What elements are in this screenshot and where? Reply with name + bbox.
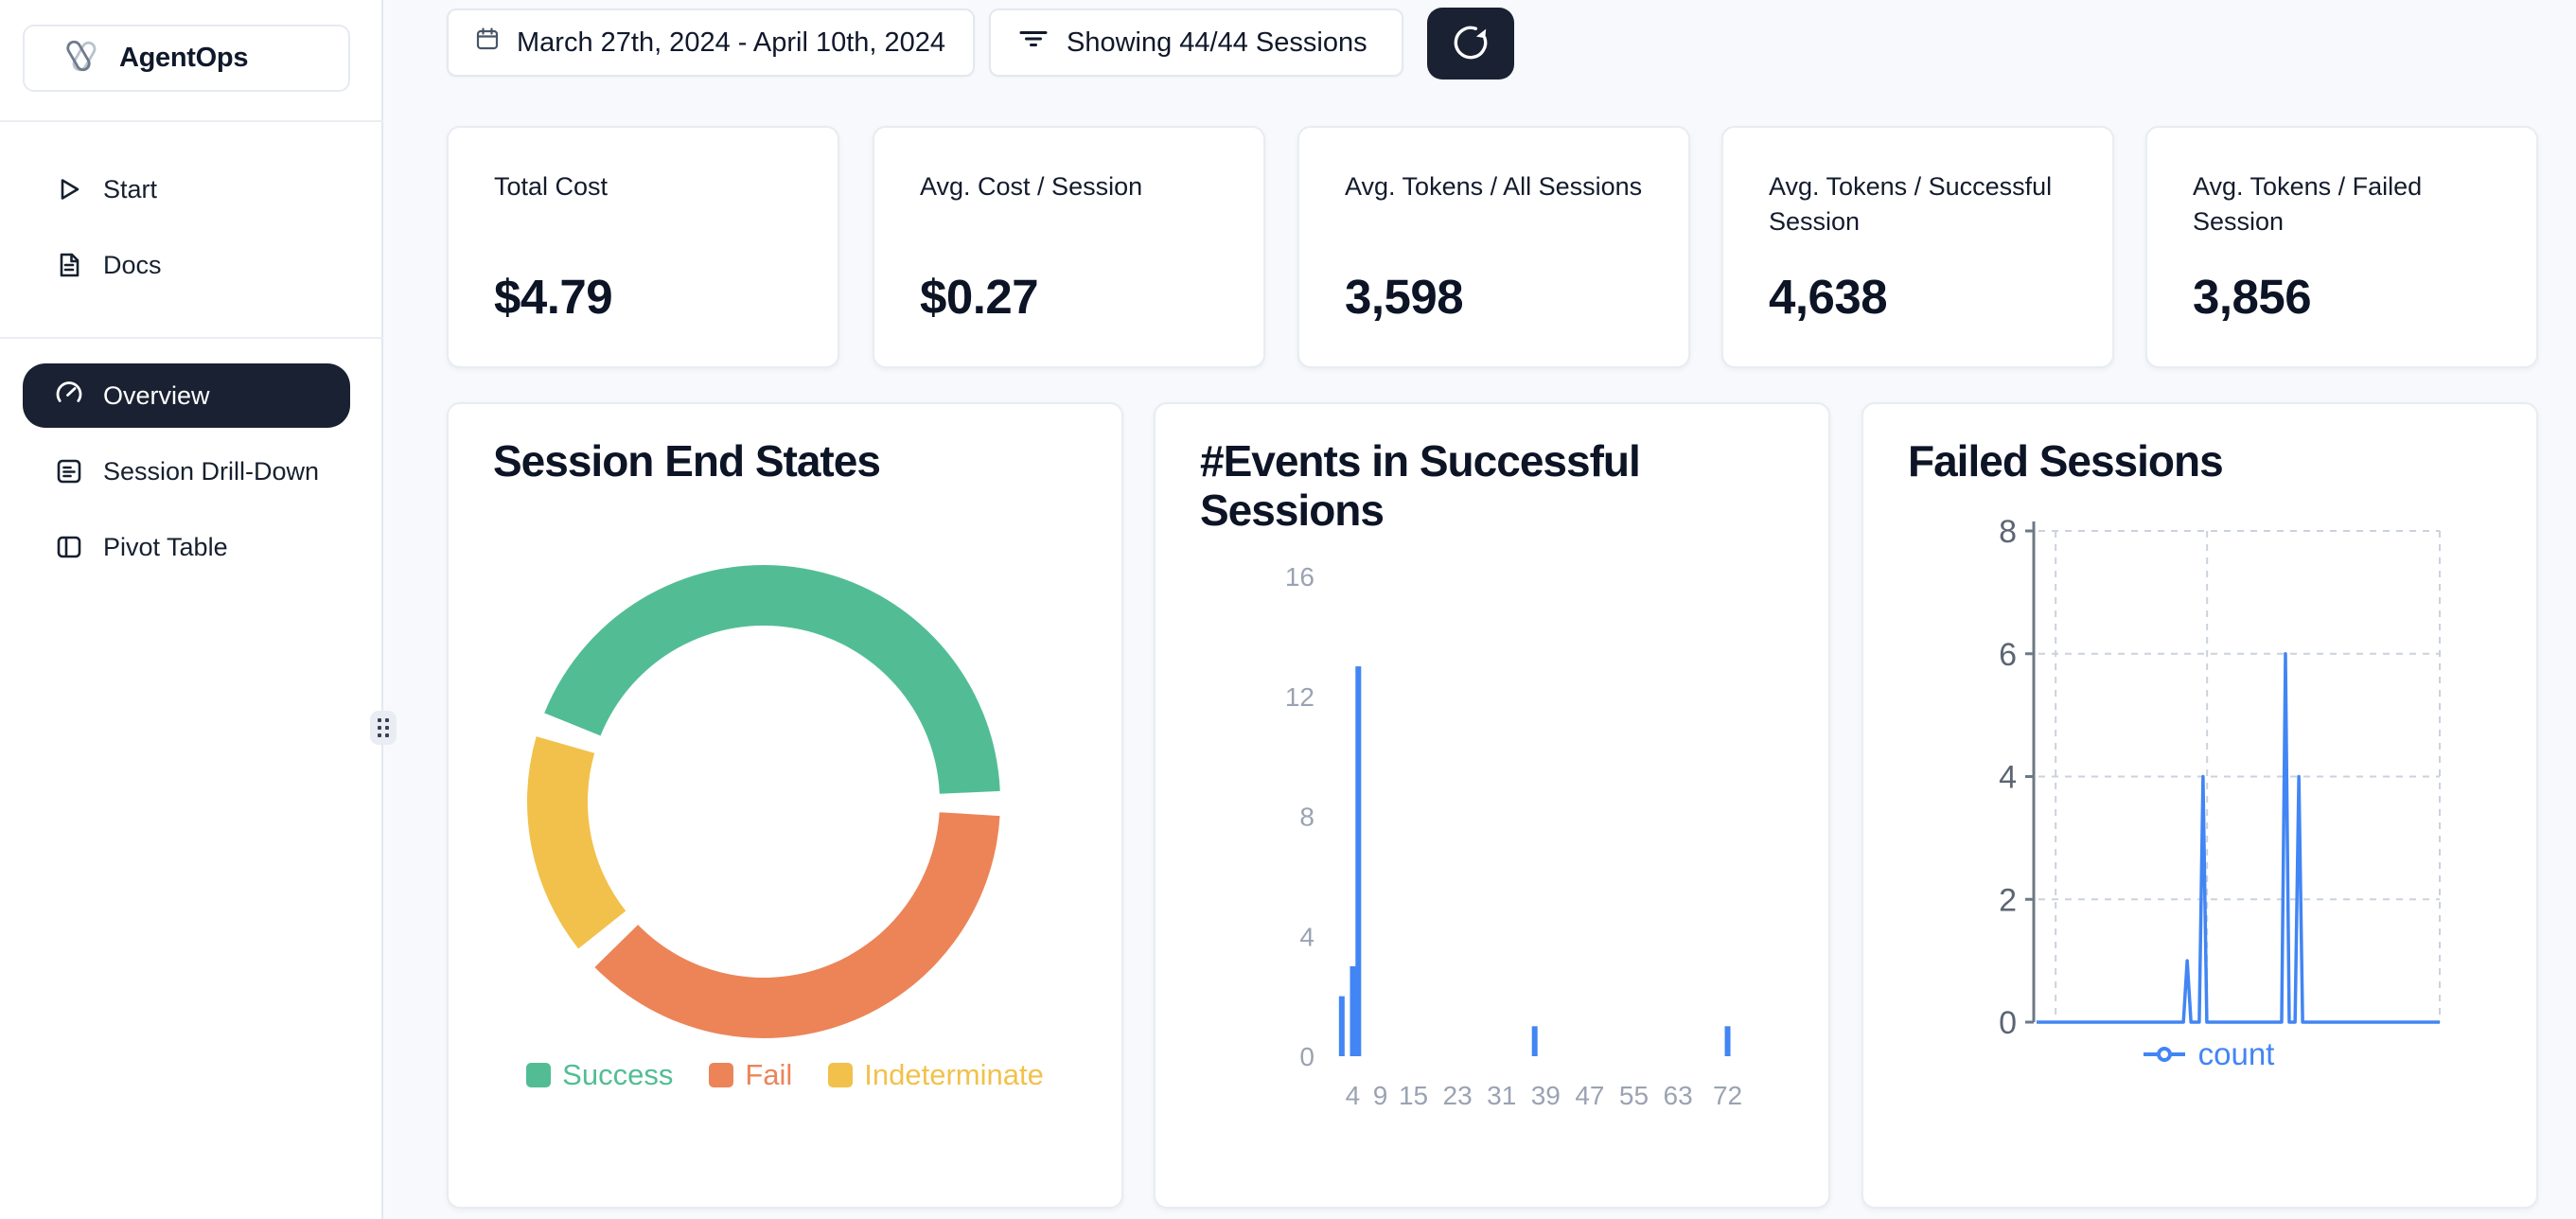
sidebar-resize-handle[interactable] [370, 711, 397, 745]
date-range-button[interactable]: March 27th, 2024 - April 10th, 2024 [447, 9, 975, 77]
donut-slice-indeterminate[interactable] [527, 736, 626, 948]
list-box-icon [54, 456, 84, 486]
stat-label: Avg. Tokens / All Sessions [1345, 169, 1647, 204]
svg-text:4: 4 [1299, 922, 1314, 951]
chart-card-events-histogram: #Events in Successful Sessions 048121649… [1154, 402, 1830, 1209]
svg-text:4: 4 [1999, 760, 2017, 796]
svg-text:31: 31 [1487, 1081, 1516, 1110]
paperclip-logo-icon [61, 35, 102, 81]
stat-value: 3,856 [2193, 269, 2495, 325]
sidebar-item-label: Docs [103, 251, 162, 280]
gauge-icon [54, 378, 84, 415]
date-range-label: March 27th, 2024 - April 10th, 2024 [517, 27, 945, 59]
svg-text:8: 8 [1999, 514, 2017, 550]
stat-label: Avg. Tokens / Successful Session [1769, 169, 2071, 239]
stat-card-avg-tokens-failed: Avg. Tokens / Failed Session 3,856 [2145, 126, 2538, 368]
stat-value: 4,638 [1769, 269, 2071, 325]
failed-sessions-line-chart[interactable]: 02468 [1863, 404, 2538, 1209]
sidebar-divider [0, 120, 383, 122]
stat-card-avg-cost-session: Avg. Cost / Session $0.27 [873, 126, 1265, 368]
stat-value: 3,598 [1345, 269, 1647, 325]
sessions-filter-button[interactable]: Showing 44/44 Sessions [989, 9, 1403, 77]
svg-text:16: 16 [1285, 562, 1314, 592]
bar-x72[interactable] [1725, 1026, 1731, 1056]
stat-label: Avg. Cost / Session [920, 169, 1222, 204]
bar-x4[interactable] [1350, 966, 1355, 1056]
events-bar-chart[interactable]: 0481216491523313947556372 [1156, 404, 1830, 1209]
stat-value: $4.79 [494, 269, 796, 325]
count-line[interactable] [2037, 654, 2440, 1022]
legend-swatch [828, 1063, 853, 1087]
refresh-icon [1449, 21, 1492, 67]
sidebar-item-docs[interactable]: Docs [23, 237, 350, 293]
docs-icon [54, 250, 84, 280]
filter-icon [1017, 25, 1050, 61]
chart-card-failed-sessions: Failed Sessions 02468 count [1861, 402, 2538, 1209]
legend-item-indeterminate[interactable]: Indeterminate [828, 1058, 1044, 1092]
bar-x37[interactable] [1532, 1026, 1538, 1056]
stat-value: $0.27 [920, 269, 1222, 325]
sessions-filter-label: Showing 44/44 Sessions [1067, 27, 1367, 59]
svg-text:72: 72 [1713, 1081, 1742, 1110]
svg-text:47: 47 [1575, 1081, 1604, 1110]
stat-label: Avg. Tokens / Failed Session [2193, 169, 2495, 239]
svg-text:0: 0 [1299, 1042, 1314, 1071]
donut-legend: Success Fail Indeterminate [449, 1058, 1121, 1092]
sidebar-item-label: Overview [103, 381, 210, 411]
calendar-icon [475, 26, 500, 59]
donut-slice-success[interactable] [544, 565, 1000, 794]
svg-text:23: 23 [1443, 1081, 1473, 1110]
play-icon [54, 174, 84, 204]
svg-text:63: 63 [1664, 1081, 1693, 1110]
sidebar-item-overview[interactable]: Overview [23, 363, 350, 428]
agentops-logo[interactable]: AgentOps [23, 25, 350, 92]
legend-label: Success [562, 1058, 673, 1092]
sidebar-item-start[interactable]: Start [23, 161, 350, 218]
sidebar-item-label: Start [103, 175, 157, 204]
sidebar-item-label: Pivot Table [103, 533, 228, 562]
donut-slice-fail[interactable] [594, 812, 999, 1038]
count-legend[interactable]: count [2005, 1036, 2412, 1072]
stat-card-avg-tokens-all: Avg. Tokens / All Sessions 3,598 [1297, 126, 1690, 368]
bar-x2[interactable] [1339, 997, 1345, 1056]
sidebar-item-session-drill-down[interactable]: Session Drill-Down [23, 443, 350, 500]
svg-text:8: 8 [1299, 803, 1314, 832]
svg-text:15: 15 [1399, 1081, 1428, 1110]
grip-dots-icon [378, 718, 389, 737]
legend-swatch [526, 1063, 551, 1087]
stat-card-total-cost: Total Cost $4.79 [447, 126, 839, 368]
columns-icon [54, 532, 84, 562]
svg-text:2: 2 [1999, 882, 2017, 918]
bar-x5[interactable] [1355, 666, 1361, 1056]
count-legend-label: count [2198, 1036, 2275, 1072]
legend-label: Indeterminate [864, 1058, 1044, 1092]
svg-text:12: 12 [1285, 682, 1314, 712]
sidebar: AgentOps Start Docs Overview [0, 0, 383, 1219]
refresh-button[interactable] [1427, 8, 1514, 80]
chart-card-session-end-states: Session End States SuccessFailIndetermin… [447, 402, 1123, 1209]
count-line-marker-icon [2144, 1044, 2185, 1065]
svg-text:39: 39 [1531, 1081, 1561, 1110]
legend-swatch [709, 1063, 733, 1087]
svg-text:55: 55 [1619, 1081, 1649, 1110]
legend-item-fail[interactable]: Fail [709, 1058, 792, 1092]
svg-text:9: 9 [1373, 1081, 1388, 1110]
legend-item-success[interactable]: Success [526, 1058, 673, 1092]
stat-card-avg-tokens-successful: Avg. Tokens / Successful Session 4,638 [1721, 126, 2114, 368]
sidebar-item-pivot-table[interactable]: Pivot Table [23, 519, 350, 575]
svg-text:6: 6 [1999, 637, 2017, 673]
app-title: AgentOps [119, 43, 248, 74]
sidebar-item-label: Session Drill-Down [103, 457, 319, 486]
stat-label: Total Cost [494, 169, 796, 204]
legend-label: Fail [745, 1058, 792, 1092]
sidebar-divider [0, 337, 383, 339]
svg-text:4: 4 [1346, 1081, 1361, 1110]
